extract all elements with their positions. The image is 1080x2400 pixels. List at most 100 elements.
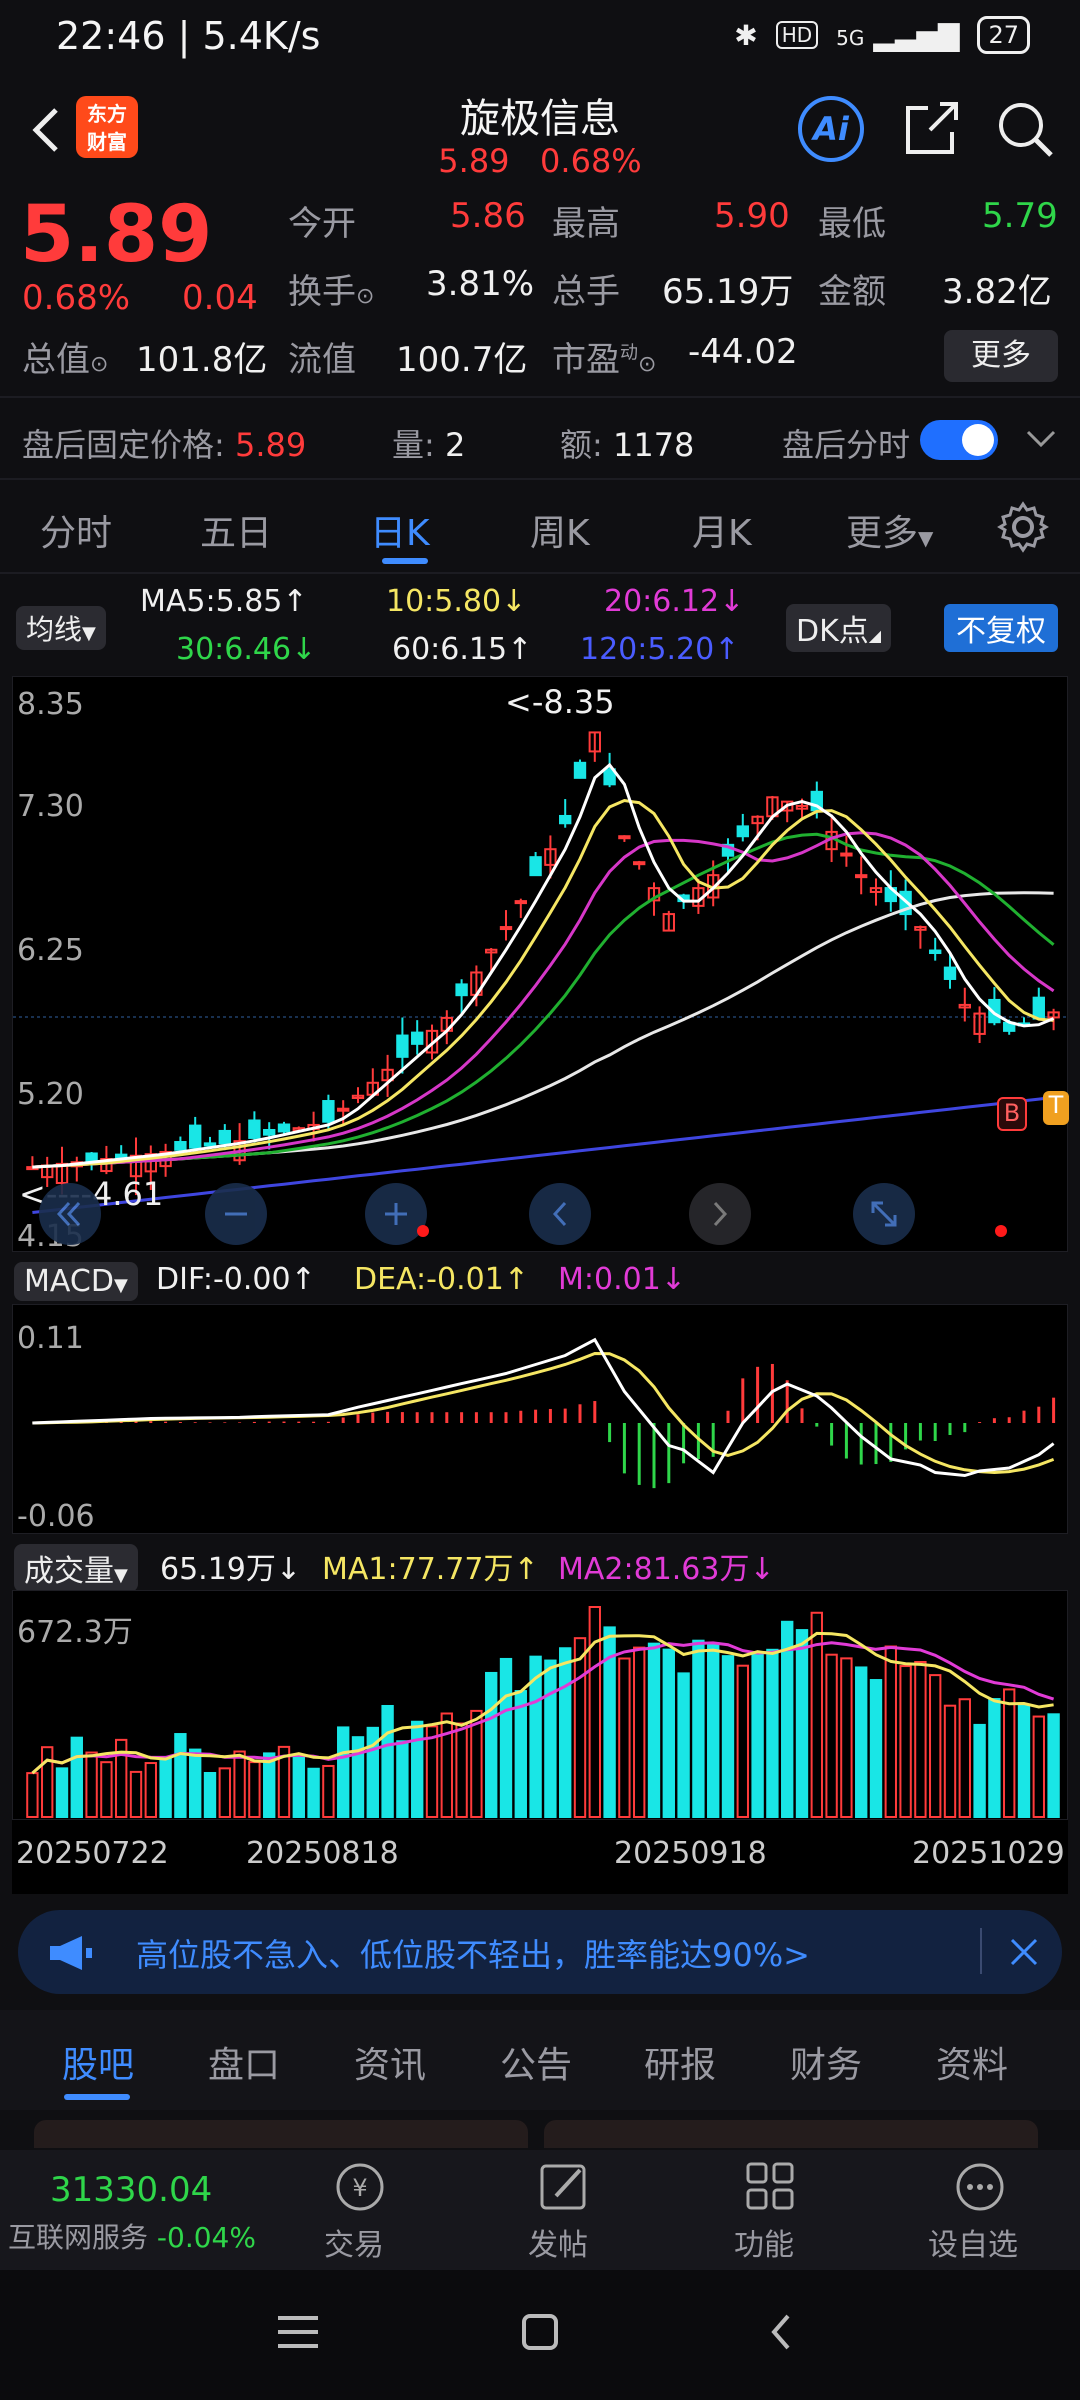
promo-banner[interactable]: 高位股不急入、低位股不轻出，胜率能达90%> bbox=[18, 1910, 1062, 1994]
scroll-right-button[interactable] bbox=[689, 1183, 751, 1245]
scroll-left-button[interactable] bbox=[529, 1183, 591, 1245]
amount-value: 3.82亿 bbox=[942, 272, 1052, 312]
home-icon[interactable] bbox=[520, 2312, 560, 2352]
macd-canvas bbox=[32, 1337, 1056, 1489]
pe-label[interactable]: 市盈动⊙ bbox=[552, 332, 656, 381]
event-dot[interactable] bbox=[995, 1225, 1007, 1237]
ma-selector[interactable]: 均线▼ bbox=[16, 606, 106, 650]
bottom-toolbar: 31330.04 互联网服务 -0.04% ¥ 交易 发帖 功能 设自选 bbox=[0, 2150, 1080, 2270]
sector-index-value: 31330.04 bbox=[50, 2170, 213, 2210]
change-amount: 0.04 bbox=[182, 278, 258, 318]
dk-point-selector[interactable]: DK点◢ bbox=[786, 604, 892, 652]
hd-icon: HD bbox=[775, 21, 819, 49]
tab-news[interactable]: 资讯 bbox=[354, 2036, 426, 2088]
ma60-label: 60:6.15↑ bbox=[392, 632, 533, 667]
tab-monthly-k[interactable]: 月K bbox=[692, 504, 752, 556]
tab-five-day[interactable]: 五日 bbox=[200, 504, 272, 556]
minus-icon bbox=[225, 1212, 247, 1216]
pe-value: -44.02 bbox=[688, 332, 798, 372]
scroll-left-fast-button[interactable] bbox=[39, 1183, 101, 1245]
current-price: 5.89 bbox=[20, 190, 213, 280]
low-value: 5.79 bbox=[982, 196, 1058, 236]
add-watchlist-label: 设自选 bbox=[928, 2228, 1018, 2263]
t-marker[interactable]: T bbox=[1043, 1091, 1069, 1125]
adjust-button[interactable]: 不复权 bbox=[944, 604, 1058, 652]
chevron-down-icon[interactable] bbox=[1024, 426, 1058, 452]
search-icon[interactable] bbox=[994, 98, 1056, 160]
after-hours-label: 盘后固定价格: 5.89 bbox=[22, 426, 307, 464]
tab-weekly-k[interactable]: 周K bbox=[530, 504, 590, 556]
trade-label: 交易 bbox=[324, 2228, 384, 2263]
macd-axis-top: 0.11 bbox=[17, 1321, 84, 1356]
back-nav-icon[interactable] bbox=[766, 2312, 796, 2352]
tab-orderbook[interactable]: 盘口 bbox=[208, 2036, 280, 2088]
menu-icon[interactable] bbox=[276, 2312, 320, 2352]
ma10-label: 10:5.80↓ bbox=[386, 584, 527, 619]
event-dot[interactable] bbox=[417, 1225, 429, 1237]
after-hours-volume: 量: 2 bbox=[392, 426, 466, 464]
tab-minute[interactable]: 分时 bbox=[40, 504, 112, 556]
tab-forum[interactable]: 股吧 bbox=[62, 2036, 134, 2088]
tab-more[interactable]: 更多▼ bbox=[846, 504, 933, 556]
open-value: 5.86 bbox=[450, 196, 526, 236]
turnover-value: 3.81% bbox=[426, 264, 535, 304]
add-watchlist-button[interactable]: 设自选 bbox=[910, 2150, 1050, 2270]
sector-index[interactable]: 31330.04 互联网服务 -0.04% bbox=[0, 2150, 270, 2270]
chevron-left-icon bbox=[552, 1201, 567, 1227]
macd-selector[interactable]: MACD▼ bbox=[14, 1262, 138, 1301]
trade-button[interactable]: ¥ 交易 bbox=[300, 2150, 420, 2270]
sector-index-name: 互联网服务 -0.04% bbox=[8, 2221, 256, 2254]
active-tab-indicator bbox=[382, 558, 428, 564]
price-axis-2: 7.30 bbox=[17, 789, 84, 824]
mcap-label[interactable]: 总值⊙ bbox=[22, 332, 108, 381]
date-label-3: 20250918 bbox=[614, 1836, 767, 1871]
macd-dea: DEA:-0.01↑ bbox=[354, 1262, 529, 1297]
close-icon[interactable] bbox=[1008, 1936, 1040, 1968]
divider bbox=[0, 478, 1080, 480]
kline-chart[interactable]: 8.35 7.30 6.25 5.20 4.15 <-8.35 <----4.6… bbox=[12, 676, 1069, 1254]
divider bbox=[0, 572, 1080, 574]
macd-chart[interactable]: 0.11 -0.06 bbox=[12, 1304, 1068, 1534]
after-hours-toggle[interactable] bbox=[920, 420, 998, 460]
mcap-value: 101.8亿 bbox=[136, 340, 268, 380]
date-label-1: 20250722 bbox=[16, 1836, 169, 1871]
stock-header: 东方 财富 旋极信息 5.89 0.68% Ai bbox=[0, 80, 1080, 190]
content-card bbox=[34, 2120, 528, 2148]
fullscreen-button[interactable] bbox=[853, 1183, 915, 1245]
high-label: 最高 bbox=[552, 204, 620, 244]
banner-text[interactable]: 高位股不急入、低位股不轻出，胜率能达90%> bbox=[136, 1930, 810, 1976]
zoom-in-button[interactable] bbox=[365, 1183, 427, 1245]
period-tabs: 分时 五日 日K 周K 月K 更多▼ bbox=[0, 486, 1080, 570]
tab-daily-k[interactable]: 日K bbox=[370, 504, 430, 556]
turnover-label[interactable]: 换手⊙ bbox=[288, 264, 374, 313]
megaphone-icon bbox=[50, 1936, 92, 1970]
tab-finance[interactable]: 财务 bbox=[790, 2036, 862, 2088]
volume-selector[interactable]: 成交量▼ bbox=[14, 1544, 138, 1592]
more-dots-icon bbox=[956, 2163, 1004, 2211]
share-icon[interactable] bbox=[900, 98, 962, 160]
system-nav-bar bbox=[0, 2270, 1080, 2400]
post-button[interactable]: 发帖 bbox=[504, 2150, 624, 2270]
buy-marker[interactable]: B bbox=[997, 1097, 1027, 1131]
tab-profile[interactable]: 资料 bbox=[936, 2036, 1008, 2088]
price-axis-top: 8.35 bbox=[17, 687, 84, 722]
macd-axis-bottom: -0.06 bbox=[17, 1499, 95, 1534]
macd-dif: DIF:-0.00↑ bbox=[156, 1262, 316, 1297]
zoom-out-button[interactable] bbox=[205, 1183, 267, 1245]
low-label: 最低 bbox=[818, 204, 886, 244]
volume-value: 65.19万↓ bbox=[160, 1552, 302, 1587]
volume-chart[interactable]: 672.3万 bbox=[12, 1590, 1068, 1820]
settings-gear-icon[interactable] bbox=[996, 500, 1050, 554]
volume-label: 总手 bbox=[552, 272, 620, 312]
yen-coin-icon: ¥ bbox=[336, 2163, 384, 2211]
tab-announcements[interactable]: 公告 bbox=[500, 2036, 572, 2088]
status-bar: 22:46 | 5.4K/s ✱ HD 5G ▂▃▅▇ 27 bbox=[0, 0, 1080, 80]
more-button[interactable]: 更多 bbox=[944, 330, 1058, 382]
volume-value: 65.19万 bbox=[662, 272, 794, 312]
ai-button[interactable]: Ai bbox=[798, 96, 864, 162]
functions-button[interactable]: 功能 bbox=[710, 2150, 830, 2270]
ma20-label: 20:6.12↓ bbox=[604, 584, 745, 619]
tab-research[interactable]: 研报 bbox=[644, 2036, 716, 2088]
amount-label: 金额 bbox=[818, 272, 886, 312]
plus-icon bbox=[385, 1203, 407, 1225]
